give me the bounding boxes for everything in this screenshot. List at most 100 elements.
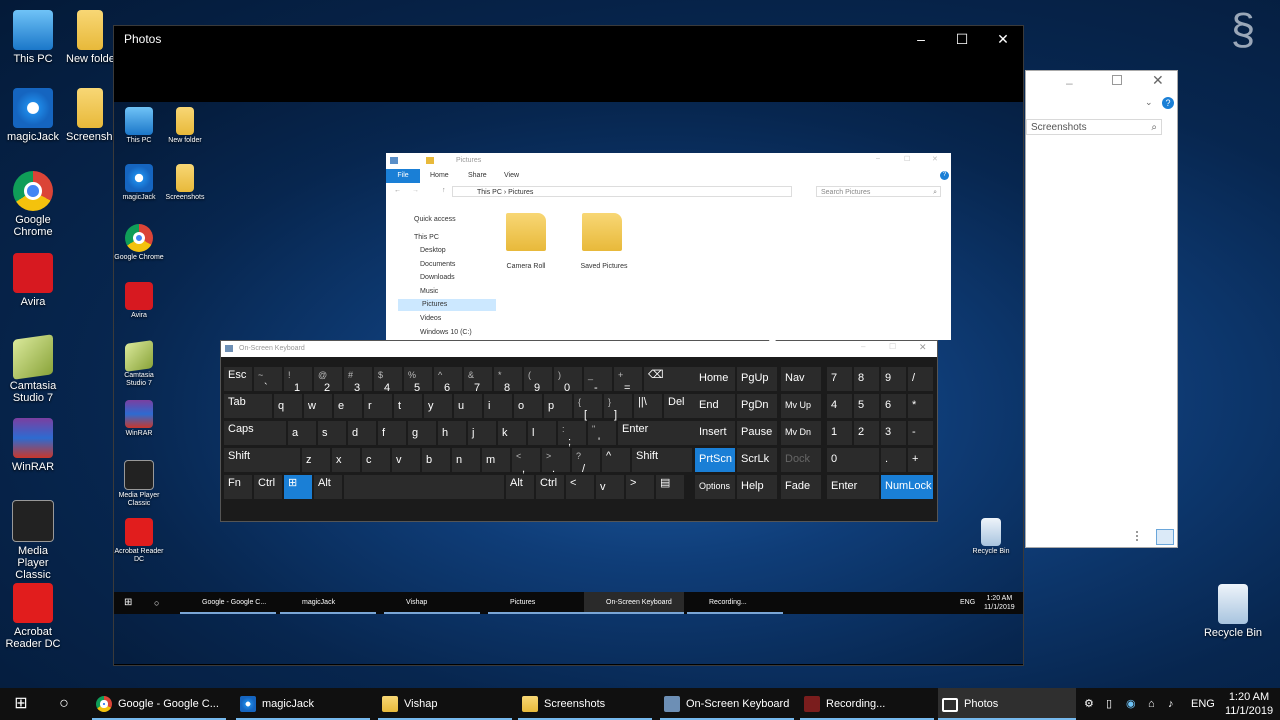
ribbon-file: File [386,169,420,183]
osk-key: $4 [374,367,402,394]
media-player-icon [12,500,54,542]
help-icon[interactable]: ? [1162,97,1174,109]
osk-key-shift: % [408,370,417,380]
osk-key: ⊞ [284,475,312,499]
osk-key-shift: " [592,424,596,434]
usb-icon[interactable]: ▯ [1106,688,1112,720]
desktop-icon-chrome[interactable]: Google Chrome [1,171,65,238]
osk-key: Tab [224,394,272,418]
osk-key: m [482,448,510,472]
osk-key: 7 [827,367,852,391]
osk-key: Home [695,367,735,391]
taskbar-item-osk[interactable]: On-Screen Keyboard [660,688,794,720]
taskbar-item-screenshots[interactable]: Screenshots [518,688,652,720]
desktop-icon-this-pc[interactable]: This PC [1,10,65,65]
desktop-icon-recycle-bin[interactable]: Recycle Bin [1201,584,1265,639]
desktop-icon-winrar[interactable]: WinRAR [1,418,65,473]
osk-key: Insert [695,421,735,445]
desktop-icon-label: Screenshots [66,131,114,143]
osk-key: " ' [588,421,616,448]
close-icon[interactable]: ✕ [1152,72,1164,89]
network-icon[interactable]: ⚙ [1084,688,1094,720]
minimize-icon[interactable]: – [1066,76,1073,90]
taskbar-item-magicjack[interactable]: magicJack [236,688,370,720]
ribbon-view: View [504,172,520,179]
osk-key: Enter [618,421,706,445]
osk-key: @2 [314,367,342,394]
osk-key: > [626,475,654,499]
clock-date: 11/1/2019 [1224,705,1274,717]
osk-key: ! 1 [284,367,312,394]
desktop-icon-magicjack[interactable]: magicJack [1,88,65,143]
details-view-icon[interactable] [1136,531,1150,541]
desktop-icon-new-folder[interactable]: New folder [66,10,114,65]
close-icon[interactable]: ✕ [983,26,1023,52]
taskbar-item-vishap[interactable]: Vishap [378,688,512,720]
nav-music: Music [420,288,439,295]
nav-documents: Documents [420,261,456,268]
osk-key: * [908,394,933,418]
osk-key-main: ; [568,436,572,448]
desktop-icon-camtasia[interactable]: Camtasia Studio 7 [1,334,65,404]
inner-icon-label: Camtasia Studio 7 [124,372,154,387]
screenshots-window[interactable]: – ✕ ⌄ ? Screenshots ⌕ [1025,70,1178,548]
media-player-icon [124,460,154,490]
search-input[interactable]: Screenshots ⌕ [1026,119,1162,135]
osk-key: ^ [602,448,630,472]
desktop-icon-avira[interactable]: Avira [1,253,65,308]
osk-key: 8 [854,367,879,391]
minimize-icon[interactable]: – [901,26,941,52]
windows-start-icon[interactable]: ⊞ [0,688,42,720]
taskbar-item-photos[interactable]: Photos [938,688,1076,720]
desktop-icon-label: Avira [20,296,46,308]
clock[interactable]: 1:20 AM 11/1/2019 [1222,690,1276,718]
wifi-icon[interactable]: ⌂ [1148,688,1155,720]
osk-key: Caps [224,421,286,445]
inner-icon-label: Google Chrome [114,254,164,261]
osk-key: Fn [224,475,252,499]
folder-camera-roll: Camera Roll [506,263,546,270]
language-indicator[interactable]: ENG [1191,688,1215,720]
ribbon: File Home Share View ? [386,169,951,183]
osk-key-shift: ! [288,370,291,380]
osk-key: Shift [632,448,692,472]
recycle-bin-icon [1218,584,1248,624]
magicjack-tray-icon[interactable]: ◉ [1126,688,1136,720]
osk-key: ▤ [656,475,684,499]
osk-key: {[ [574,394,602,421]
desktop-icon-screenshots[interactable]: Screenshots [66,88,114,143]
maximize-icon[interactable] [1112,75,1122,85]
camtasia-icon [13,334,53,380]
folder-icon [382,696,398,712]
osk-key [344,475,504,499]
cortana-icon[interactable]: ○ [48,688,80,720]
osk-key: f [378,421,406,445]
desktop-icon-label: New folder [66,53,114,65]
recording-icon [804,696,820,712]
desktop-icon-acrobat[interactable]: Acrobat Reader DC [1,583,65,650]
desktop-icon-label: Google Chrome [13,214,53,238]
chevron-down-icon[interactable]: ⌄ [1145,97,1153,108]
osk-key: 1 [827,421,852,445]
osk-key: + [908,448,933,472]
osk-key: r [364,394,392,418]
back-arrow-icon: ← [394,187,401,194]
osk-key: 2 [854,421,879,445]
osk-key: q [274,394,302,418]
maximize-icon[interactable]: ☐ [942,26,982,52]
path-pictures: Pictures [508,189,534,196]
taskbar-item-recording[interactable]: Recording... [800,688,934,720]
osk-key-main: , [522,463,526,475]
osk-key-shift: : [562,424,565,434]
osk-key: g [408,421,436,445]
taskbar-item-chrome[interactable]: Google - Google C... [92,688,226,720]
acrobat-icon [125,518,153,546]
photos-window[interactable]: Photos – ☐ ✕ This PC New folder magicJac… [113,25,1024,666]
inner-icon-avira: Avira [114,282,164,320]
osk-key-shift: } [608,397,612,407]
volume-icon[interactable]: ♪ [1168,688,1174,720]
osk-key: End [695,394,735,418]
desktop-icon-mpc[interactable]: Media Player Classic [1,500,65,581]
large-icons-view-icon[interactable] [1156,529,1174,545]
inner-icon-mpc: Media Player Classic [114,460,164,508]
